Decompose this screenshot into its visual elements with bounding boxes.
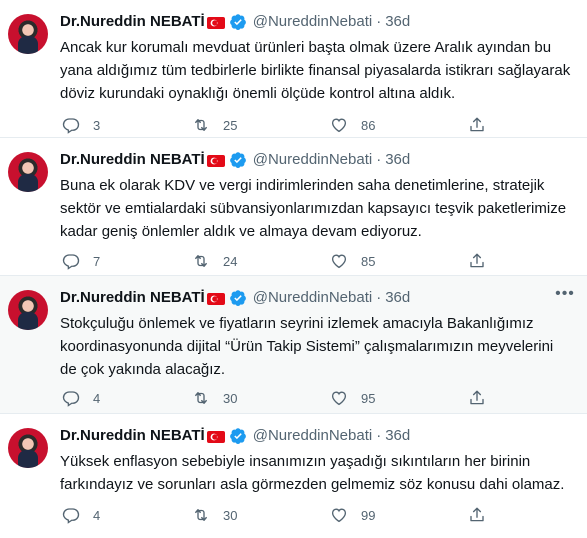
- tweet[interactable]: Dr.Nureddin NEBATİ @NureddinNebati · 36d…: [0, 138, 587, 276]
- author-handle[interactable]: @NureddinNebati: [253, 288, 372, 308]
- tweet-text: Stokçuluğu önlemek ve fiyatların seyrini…: [60, 315, 554, 378]
- share-button[interactable]: [468, 506, 486, 524]
- avatar[interactable]: [8, 290, 48, 330]
- avatar[interactable]: [8, 14, 48, 54]
- like-count: 99: [361, 507, 376, 523]
- verified-badge-icon: [229, 13, 247, 31]
- retweet-count: 30: [223, 507, 238, 523]
- tweet-header: Dr.Nureddin NEBATİ @NureddinNebati · 36d: [60, 150, 410, 170]
- share-icon: [468, 506, 486, 524]
- author-handle[interactable]: @NureddinNebati: [253, 150, 372, 170]
- like-count: 86: [361, 117, 376, 133]
- action-bar: 4 30 95: [58, 387, 498, 409]
- tweet-text: Buna ek olarak KDV ve vergi indirimlerin…: [60, 177, 567, 240]
- reply-icon: [62, 389, 80, 407]
- tweet-text: Ancak kur korumalı mevduat ürünleri başt…: [60, 39, 571, 102]
- heart-icon: [330, 116, 348, 134]
- reply-count: 3: [93, 117, 101, 133]
- share-icon: [468, 389, 486, 407]
- timestamp[interactable]: 36d: [385, 288, 410, 308]
- retweet-count: 24: [223, 253, 238, 269]
- avatar[interactable]: [8, 152, 48, 192]
- share-icon: [468, 252, 486, 270]
- reply-button[interactable]: 4: [62, 506, 100, 524]
- separator-dot: ·: [376, 151, 382, 168]
- author-name[interactable]: Dr.Nureddin NEBATİ: [60, 12, 205, 32]
- tweet-feed: Dr.Nureddin NEBATİ @NureddinNebati · 36d…: [0, 0, 587, 538]
- reply-button[interactable]: 3: [62, 116, 100, 134]
- separator-dot: ·: [376, 427, 382, 444]
- author-name[interactable]: Dr.Nureddin NEBATİ: [60, 150, 205, 170]
- heart-icon: [330, 506, 348, 524]
- like-button[interactable]: 85: [330, 252, 375, 270]
- action-bar: 3 25 86: [58, 114, 498, 136]
- like-button[interactable]: 86: [330, 116, 375, 134]
- verified-badge-icon: [229, 151, 247, 169]
- reply-count: 4: [93, 507, 101, 523]
- like-button[interactable]: 99: [330, 506, 375, 524]
- heart-icon: [330, 389, 348, 407]
- share-button[interactable]: [468, 252, 486, 270]
- tweet-header: Dr.Nureddin NEBATİ @NureddinNebati · 36d: [60, 288, 410, 308]
- reply-count: 7: [93, 253, 101, 269]
- timestamp[interactable]: 36d: [385, 12, 410, 32]
- reply-button[interactable]: 4: [62, 389, 100, 407]
- reply-count: 4: [93, 390, 101, 406]
- retweet-button[interactable]: 25: [192, 116, 237, 134]
- reply-icon: [62, 252, 80, 270]
- author-name[interactable]: Dr.Nureddin NEBATİ: [60, 288, 205, 308]
- share-icon: [468, 116, 486, 134]
- reply-button[interactable]: 7: [62, 252, 100, 270]
- tweet[interactable]: Dr.Nureddin NEBATİ @NureddinNebati · 36d…: [0, 0, 587, 138]
- turkey-flag-icon: [206, 431, 225, 443]
- retweet-button[interactable]: 30: [192, 506, 237, 524]
- tweet-header: Dr.Nureddin NEBATİ @NureddinNebati · 36d: [60, 12, 410, 32]
- share-button[interactable]: [468, 389, 486, 407]
- like-count: 85: [361, 253, 376, 269]
- share-button[interactable]: [468, 116, 486, 134]
- more-options-icon[interactable]: •••: [553, 286, 577, 306]
- action-bar: 7 24 85: [58, 250, 498, 272]
- like-count: 95: [361, 390, 376, 406]
- avatar[interactable]: [8, 428, 48, 468]
- turkey-flag-icon: [206, 293, 225, 305]
- turkey-flag-icon: [206, 155, 225, 167]
- verified-badge-icon: [229, 427, 247, 445]
- retweet-icon: [192, 116, 210, 134]
- author-handle[interactable]: @NureddinNebati: [253, 12, 372, 32]
- tweet-text: Yüksek enflasyon sebebiyle insanımızın y…: [60, 453, 565, 493]
- retweet-icon: [192, 252, 210, 270]
- timestamp[interactable]: 36d: [385, 426, 410, 446]
- turkey-flag-icon: [206, 17, 225, 29]
- retweet-count: 30: [223, 390, 238, 406]
- retweet-count: 25: [223, 117, 238, 133]
- heart-icon: [330, 252, 348, 270]
- reply-icon: [62, 116, 80, 134]
- separator-dot: ·: [376, 13, 382, 30]
- author-handle[interactable]: @NureddinNebati: [253, 426, 372, 446]
- author-name[interactable]: Dr.Nureddin NEBATİ: [60, 426, 205, 446]
- verified-badge-icon: [229, 289, 247, 307]
- retweet-button[interactable]: 30: [192, 389, 237, 407]
- retweet-icon: [192, 389, 210, 407]
- action-bar: 4 30 99: [58, 504, 498, 526]
- tweet-header: Dr.Nureddin NEBATİ @NureddinNebati · 36d: [60, 426, 410, 446]
- timestamp[interactable]: 36d: [385, 150, 410, 170]
- like-button[interactable]: 95: [330, 389, 375, 407]
- retweet-button[interactable]: 24: [192, 252, 237, 270]
- reply-icon: [62, 506, 80, 524]
- retweet-icon: [192, 506, 210, 524]
- separator-dot: ·: [376, 289, 382, 306]
- tweet[interactable]: Dr.Nureddin NEBATİ @NureddinNebati · 36d…: [0, 414, 587, 538]
- tweet[interactable]: Dr.Nureddin NEBATİ @NureddinNebati · 36d…: [0, 276, 587, 414]
